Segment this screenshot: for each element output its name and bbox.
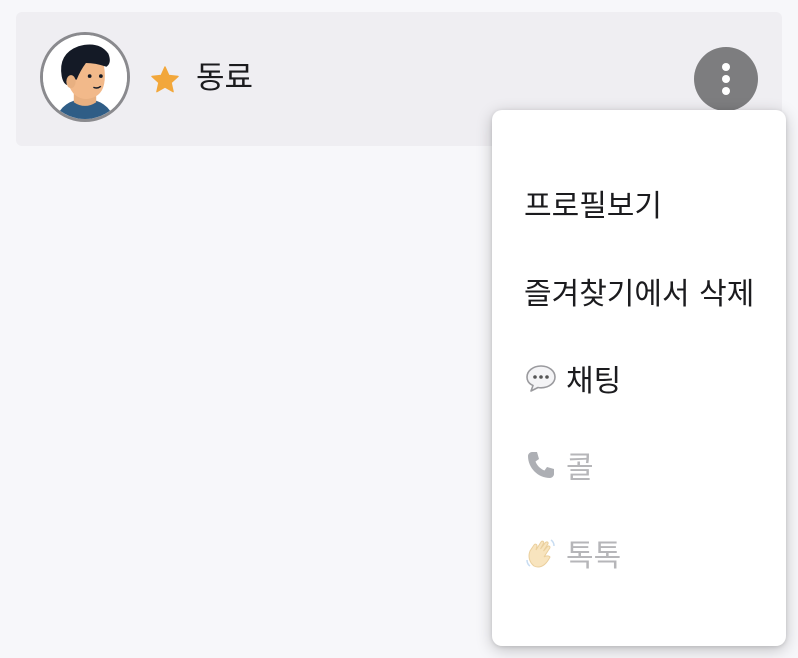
menu-item-label: 채팅: [566, 364, 622, 399]
menu-item-call[interactable]: 콜: [524, 442, 594, 488]
more-vertical-icon: [722, 63, 730, 71]
menu-item-label: 즐겨찾기에서 삭제: [524, 277, 755, 312]
star-icon[interactable]: [149, 64, 181, 96]
context-menu: 프로필보기 즐겨찾기에서 삭제 채팅 콜 톡톡: [492, 110, 786, 646]
menu-item-label: 프로필보기: [524, 189, 662, 224]
menu-item-label: 콜: [566, 451, 594, 486]
menu-item-talktalk[interactable]: 톡톡: [524, 530, 621, 576]
menu-item-remove-favorite[interactable]: 즐겨찾기에서 삭제: [524, 268, 754, 314]
more-vertical-icon-dot: [722, 75, 730, 83]
speech-bubble-icon: [524, 361, 558, 395]
menu-item-label: 톡톡: [566, 539, 622, 574]
contact-name: 동료: [196, 60, 254, 96]
menu-item-chat[interactable]: 채팅: [524, 355, 621, 401]
more-options-button[interactable]: [694, 47, 758, 111]
menu-item-view-profile[interactable]: 프로필보기: [524, 180, 662, 226]
more-vertical-icon-dot: [722, 87, 730, 95]
waving-hand-icon: [524, 536, 558, 570]
phone-icon: [524, 448, 558, 482]
person-avatar-icon[interactable]: [40, 32, 130, 122]
